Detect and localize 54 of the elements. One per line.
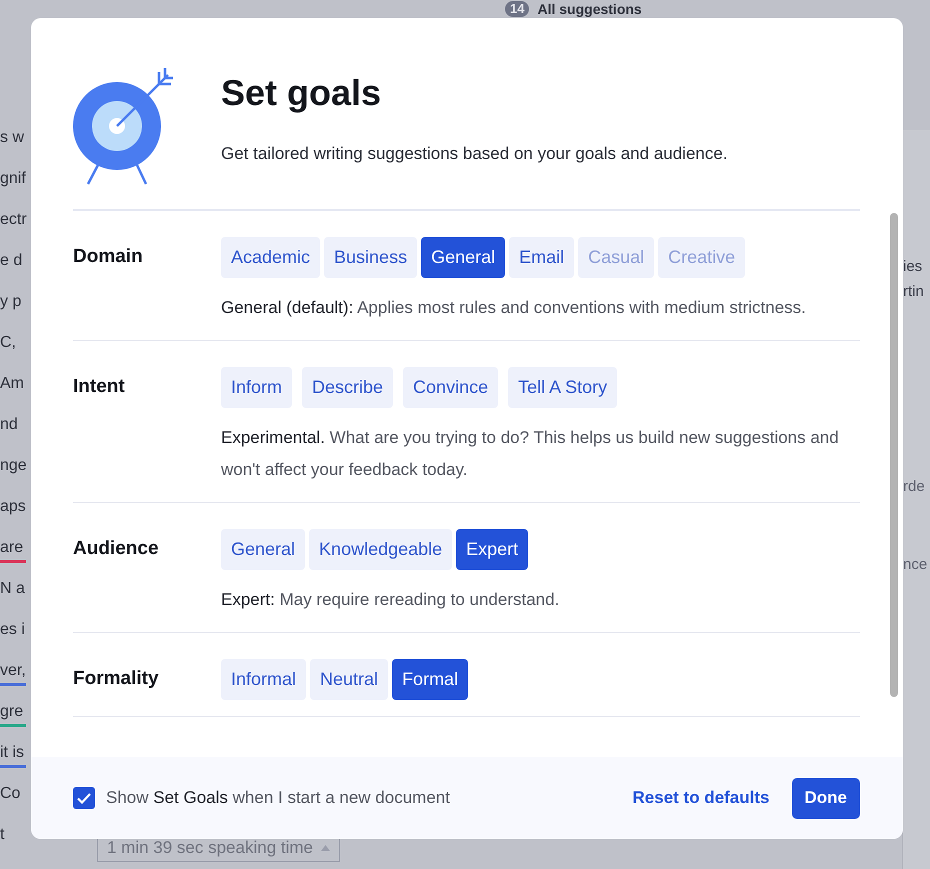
document-text: nge xyxy=(0,456,27,476)
option-button[interactable]: Formal xyxy=(392,659,468,700)
option-button[interactable]: Informal xyxy=(221,659,306,700)
document-text: C, xyxy=(0,333,16,353)
option-button[interactable]: Expert xyxy=(456,529,528,570)
document-text: it is xyxy=(0,743,24,763)
option-button[interactable]: Neutral xyxy=(310,659,388,700)
document-text: N a xyxy=(0,579,25,599)
document-text: Am xyxy=(0,374,24,394)
option-button[interactable]: General xyxy=(221,529,306,570)
document-text: are xyxy=(0,538,24,558)
count-badge: 14 xyxy=(505,1,530,17)
document-text: e d xyxy=(0,251,22,271)
caret-icon xyxy=(321,845,330,851)
section-label: Domain xyxy=(73,245,144,269)
section-label: Audience xyxy=(73,537,160,561)
option-button[interactable]: General xyxy=(421,237,506,278)
dialog-title: Set goals xyxy=(221,72,382,114)
option-description: Expert: May require rereading to understand. xyxy=(221,589,560,611)
card-text: ies xyxy=(903,258,924,275)
section-label: Intent xyxy=(73,375,126,399)
card-text: rde xyxy=(903,478,926,495)
document-text: ectr xyxy=(0,210,27,230)
document-text: gnif xyxy=(0,169,26,189)
suggestions-title: All suggestions xyxy=(537,1,642,17)
document-text: Co xyxy=(0,784,20,804)
option-description: Experimental. What are you trying to do? This helps us build new suggestions and won't affect your feedback today. xyxy=(221,427,840,481)
reset-link[interactable]: Reset to defaults xyxy=(632,788,770,808)
document-text: es i xyxy=(0,620,25,640)
done-button[interactable]: Done xyxy=(792,778,860,818)
document-text: s w xyxy=(0,128,24,148)
document-text: gre xyxy=(0,702,24,722)
document-text: t xyxy=(0,825,4,845)
option-button[interactable]: Describe xyxy=(302,367,394,408)
option-button[interactable]: Knowledgeable xyxy=(309,529,452,570)
card-text: nce xyxy=(903,556,928,573)
option-button[interactable]: Academic xyxy=(221,237,320,278)
option-button[interactable]: Convince xyxy=(403,367,498,408)
document-text: aps xyxy=(0,497,26,517)
option-button[interactable]: Tell A Story xyxy=(508,367,618,408)
document-text: ver, xyxy=(0,661,26,681)
section-label: Formality xyxy=(73,667,160,691)
checkbox[interactable] xyxy=(73,787,95,809)
check-icon xyxy=(77,792,91,804)
option-description: General (default): Applies most rules and conventions with medium strictness. xyxy=(221,297,807,319)
option-button[interactable]: Business xyxy=(324,237,418,278)
dialog-subtitle: Get tailored writing suggestions based on your goals and audience. xyxy=(221,144,728,164)
card-text: rtin xyxy=(903,283,925,300)
document-text: y p xyxy=(0,292,22,312)
checkbox-label: Show Set Goals when I start a new document xyxy=(106,788,451,808)
option-button[interactable]: Inform xyxy=(221,367,292,408)
scrollbar[interactable] xyxy=(890,213,898,697)
option-button[interactable]: Email xyxy=(509,237,574,278)
document-text: nd xyxy=(0,415,18,435)
